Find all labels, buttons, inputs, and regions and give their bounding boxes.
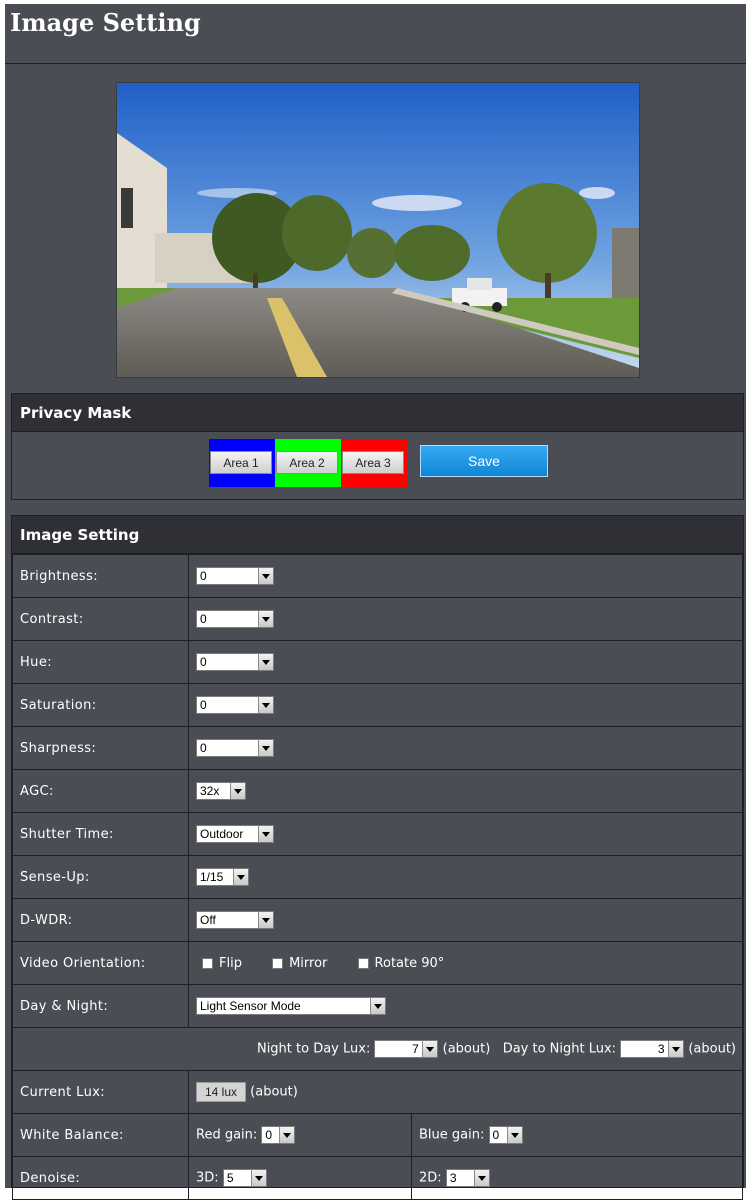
night-to-day-about: (about) bbox=[442, 1041, 491, 1057]
mirror-checkbox[interactable] bbox=[272, 957, 284, 969]
chevron-down-icon bbox=[258, 568, 273, 584]
area-1-button[interactable]: Area 1 bbox=[210, 451, 272, 474]
blue-gain-label: Blue gain: bbox=[419, 1127, 485, 1143]
camera-preview-image bbox=[117, 83, 639, 377]
day-night-row: Day & Night: Light Sensor Mode bbox=[12, 984, 743, 1028]
shutter-time-select[interactable]: Outdoor bbox=[196, 825, 274, 843]
hue-row: Hue: 0 bbox=[12, 640, 743, 684]
saturation-label: Saturation: bbox=[12, 683, 189, 727]
sharpness-select[interactable]: 0 bbox=[196, 739, 274, 757]
denoise-label: Denoise: bbox=[12, 1156, 189, 1200]
sense-up-row: Sense-Up: 1/15 bbox=[12, 855, 743, 899]
saturation-row: Saturation: 0 bbox=[12, 683, 743, 727]
chevron-down-icon bbox=[233, 869, 248, 885]
dwdr-label: D-WDR: bbox=[12, 898, 189, 942]
denoise-2d-select[interactable]: 3 bbox=[445, 1169, 490, 1187]
dwdr-row: D-WDR: Off bbox=[12, 898, 743, 942]
lux-threshold-row: Night to Day Lux: 7 lux (about) Day to N… bbox=[12, 1027, 743, 1071]
current-lux-label: Current Lux: bbox=[12, 1070, 189, 1114]
chevron-down-icon bbox=[668, 1041, 684, 1057]
chevron-down-icon bbox=[258, 826, 273, 842]
agc-row: AGC: 32x bbox=[12, 769, 743, 813]
chevron-down-icon bbox=[370, 998, 385, 1014]
area-2-button[interactable]: Area 2 bbox=[276, 451, 338, 474]
chevron-down-icon bbox=[230, 783, 245, 799]
chevron-down-icon bbox=[258, 740, 273, 756]
rotate-checkbox[interactable] bbox=[357, 957, 369, 969]
page-container: Image Setting Privacy Mask Area 1 Area 2… bbox=[5, 4, 746, 1200]
flip-checkbox[interactable] bbox=[202, 957, 213, 969]
agc-select[interactable]: 32x bbox=[196, 782, 246, 800]
sharpness-label: Sharpness: bbox=[12, 726, 189, 770]
shutter-time-label: Shutter Time: bbox=[12, 812, 189, 856]
contrast-label: Contrast: bbox=[12, 597, 189, 641]
page-title: Image Setting bbox=[10, 8, 201, 37]
chevron-down-icon bbox=[258, 912, 273, 928]
day-to-night-about: (about) bbox=[688, 1041, 736, 1057]
privacy-mask-heading: Privacy Mask bbox=[12, 394, 743, 432]
area-2-swatch: Area 2 bbox=[275, 439, 341, 487]
hue-select[interactable]: 0 bbox=[196, 653, 274, 671]
agc-label: AGC: bbox=[12, 769, 189, 813]
flip-label: Flip bbox=[219, 955, 242, 971]
white-balance-row: White Balance: Red gain: 0 Blue gain: 0 bbox=[12, 1113, 743, 1157]
title-divider bbox=[5, 63, 746, 64]
chevron-down-icon bbox=[250, 1170, 266, 1186]
red-gain-select[interactable]: 0 bbox=[261, 1126, 296, 1144]
denoise-3d-label: 3D: bbox=[196, 1170, 219, 1186]
image-setting-section: Image Setting Brightness: 0 Contrast: 0 … bbox=[11, 515, 744, 1200]
save-button[interactable]: Save bbox=[420, 445, 548, 477]
current-lux-row: Current Lux: 14 lux (about) bbox=[12, 1070, 743, 1114]
denoise-3d-select[interactable]: 5 bbox=[222, 1169, 267, 1187]
day-to-night-lux-label: Day to Night Lux: bbox=[502, 1041, 617, 1057]
chevron-down-icon bbox=[258, 697, 273, 713]
white-balance-label: White Balance: bbox=[12, 1113, 189, 1157]
red-gain-label: Red gain: bbox=[196, 1127, 258, 1143]
sharpness-row: Sharpness: 0 bbox=[12, 726, 743, 770]
chevron-down-icon bbox=[506, 1127, 522, 1143]
contrast-row: Contrast: 0 bbox=[12, 597, 743, 641]
privacy-mask-section: Privacy Mask Area 1 Area 2 Area 3 Save bbox=[11, 393, 744, 500]
contrast-select[interactable]: 0 bbox=[196, 610, 274, 628]
current-lux-value: 14 lux bbox=[196, 1082, 247, 1102]
day-night-select[interactable]: Light Sensor Mode bbox=[196, 997, 386, 1015]
night-to-day-lux-label: Night to Day Lux: bbox=[256, 1041, 371, 1057]
brightness-label: Brightness: bbox=[12, 554, 189, 598]
dwdr-select[interactable]: Off bbox=[196, 911, 274, 929]
brightness-select[interactable]: 0 bbox=[196, 567, 274, 585]
brightness-row: Brightness: 0 bbox=[12, 554, 743, 598]
day-night-label: Day & Night: bbox=[12, 984, 189, 1028]
denoise-row: Denoise: 3D: 5 2D: 3 bbox=[12, 1156, 743, 1200]
video-orientation-row: Video Orientation: Flip Mirror Rotate 90… bbox=[12, 941, 743, 985]
chevron-down-icon bbox=[279, 1127, 295, 1143]
area-3-swatch: Area 3 bbox=[341, 439, 407, 487]
mirror-label: Mirror bbox=[289, 955, 328, 971]
chevron-down-icon bbox=[422, 1041, 438, 1057]
camera-preview bbox=[116, 82, 640, 378]
chevron-down-icon bbox=[258, 654, 273, 670]
sense-up-label: Sense-Up: bbox=[12, 855, 189, 899]
denoise-2d-label: 2D: bbox=[419, 1170, 442, 1186]
saturation-select[interactable]: 0 bbox=[196, 696, 274, 714]
night-to-day-lux-select[interactable]: 7 lux bbox=[374, 1040, 439, 1058]
rotate-label: Rotate 90° bbox=[374, 955, 445, 971]
video-orientation-label: Video Orientation: bbox=[12, 941, 189, 985]
chevron-down-icon bbox=[473, 1170, 489, 1186]
privacy-mask-body: Area 1 Area 2 Area 3 Save bbox=[12, 432, 743, 490]
day-to-night-lux-select[interactable]: 3 lux bbox=[620, 1040, 685, 1058]
area-1-swatch: Area 1 bbox=[209, 439, 275, 487]
shutter-time-row: Shutter Time: Outdoor bbox=[12, 812, 743, 856]
blue-gain-select[interactable]: 0 bbox=[488, 1126, 523, 1144]
image-setting-heading: Image Setting bbox=[12, 516, 743, 554]
sense-up-select[interactable]: 1/15 bbox=[196, 868, 249, 886]
hue-label: Hue: bbox=[12, 640, 189, 684]
settings-table: Brightness: 0 Contrast: 0 Hue: 0 Saturat… bbox=[12, 554, 743, 1200]
chevron-down-icon bbox=[258, 611, 273, 627]
current-lux-about: (about) bbox=[250, 1084, 298, 1100]
area-3-button[interactable]: Area 3 bbox=[342, 451, 404, 474]
